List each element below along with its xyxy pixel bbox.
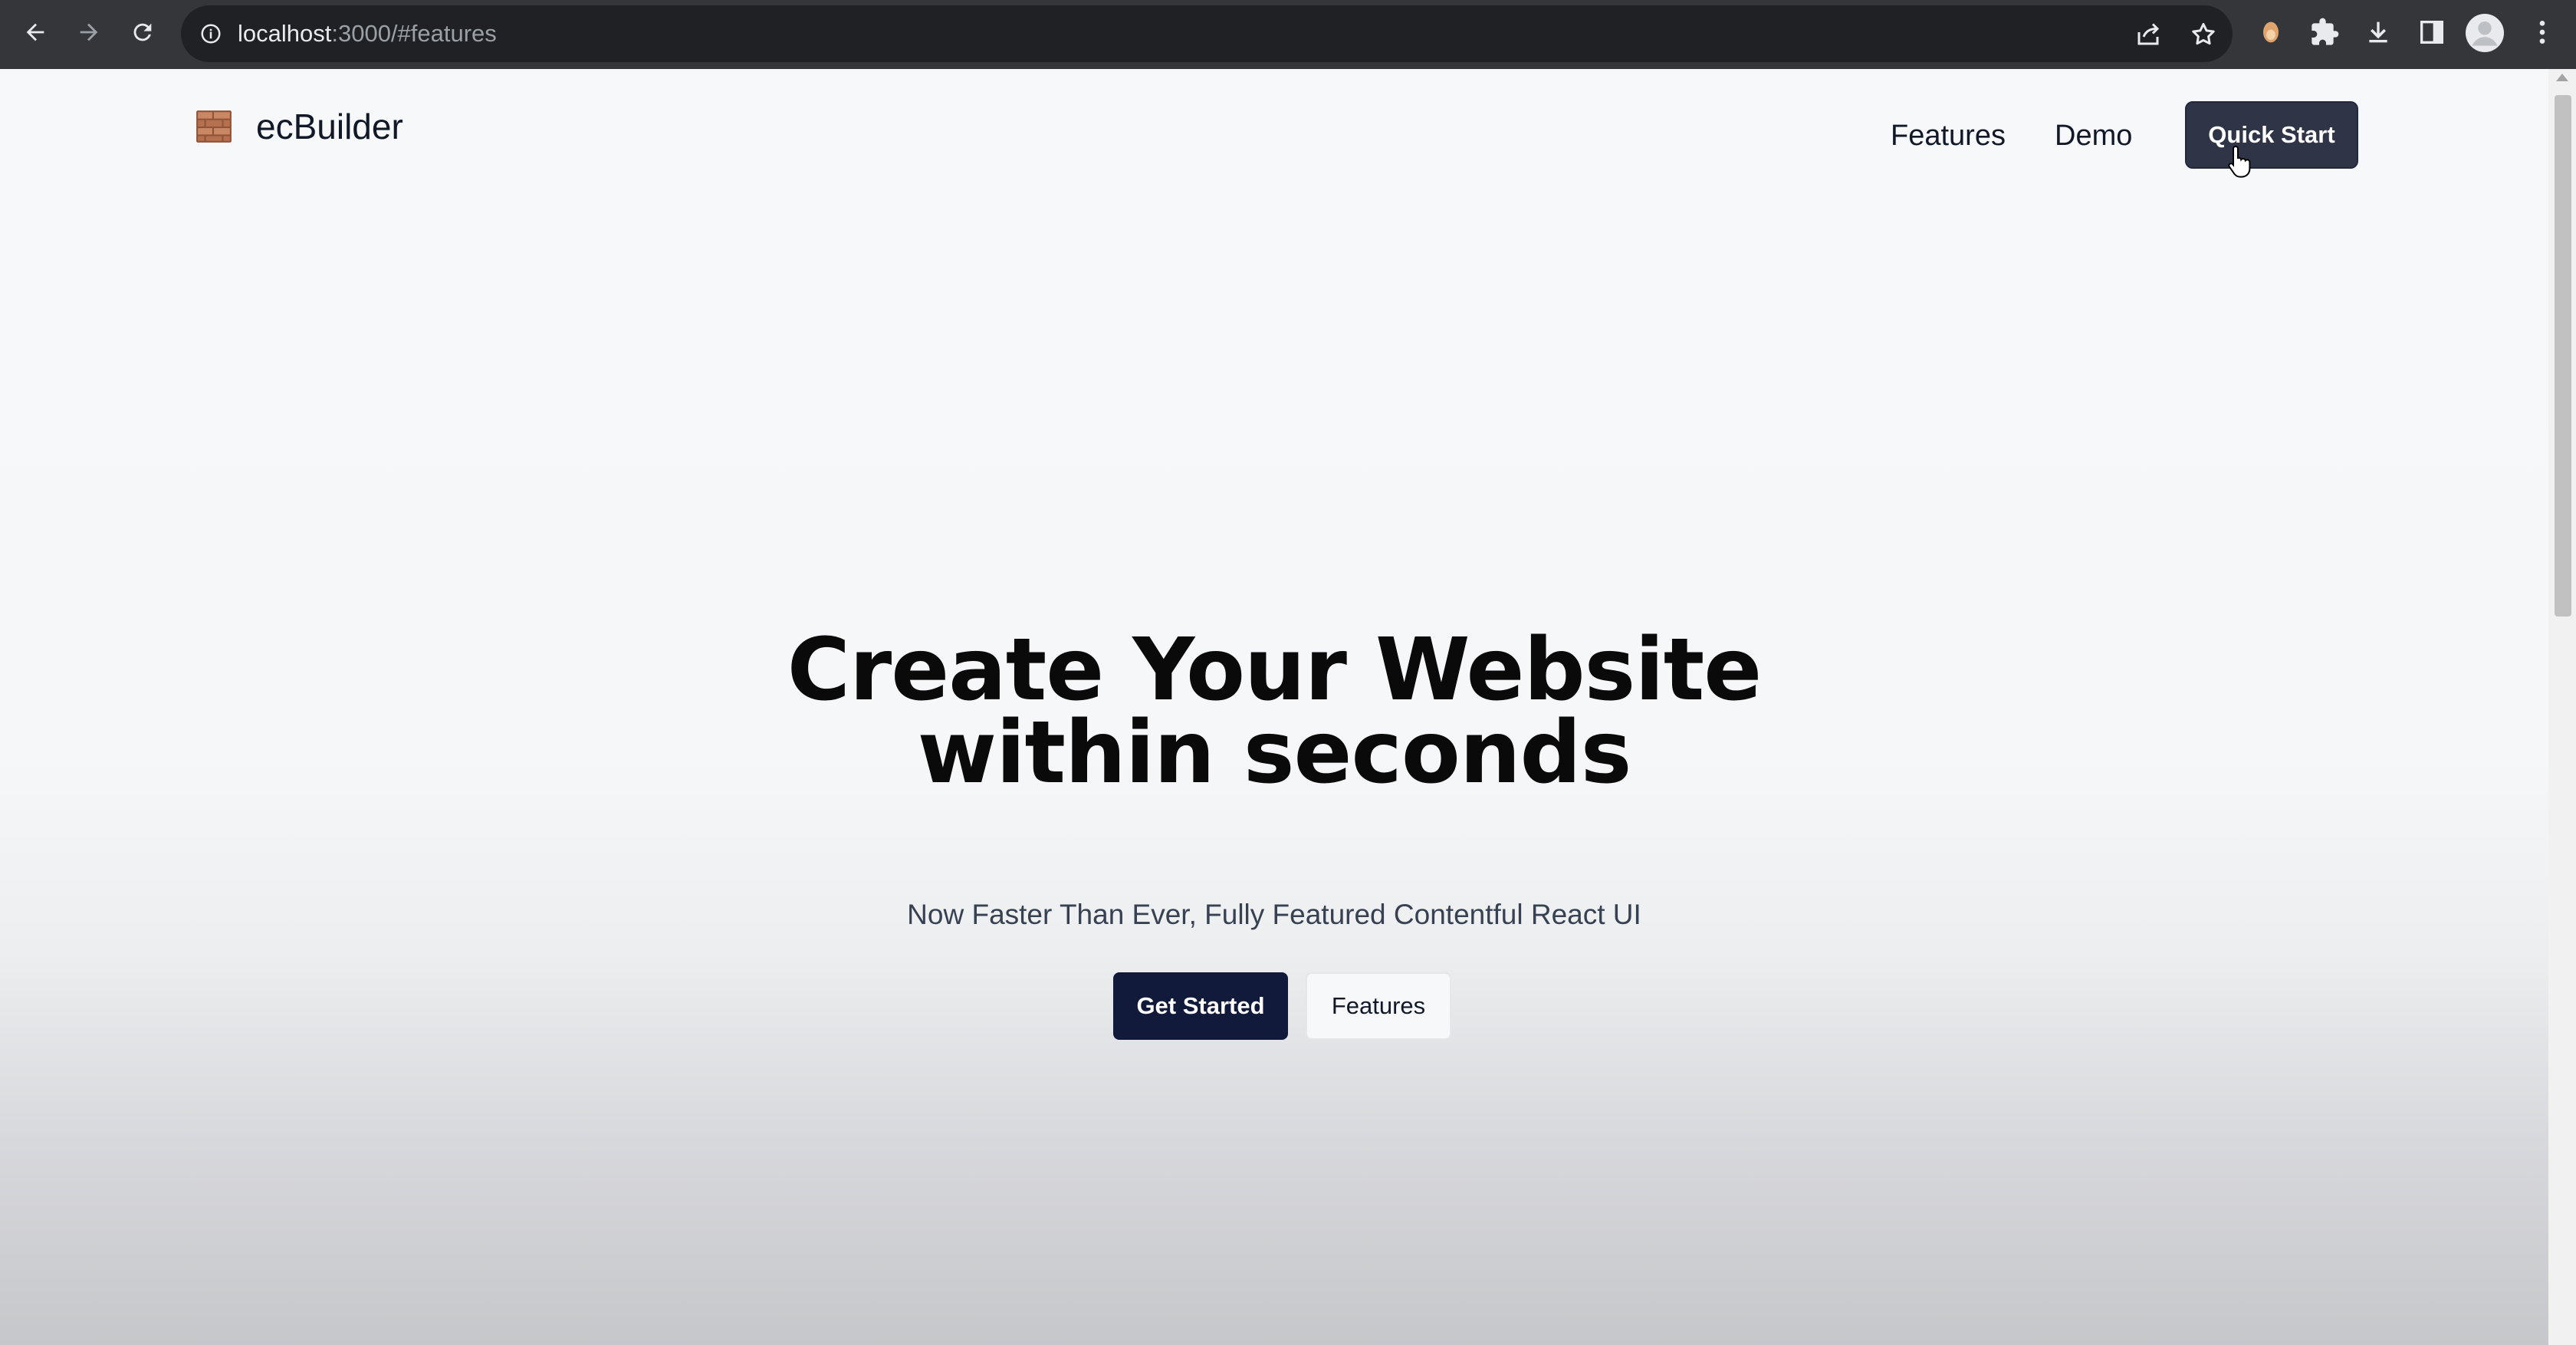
share-icon[interactable] [2134,21,2162,48]
quick-start-button[interactable]: Quick Start [2185,101,2358,169]
nav-link-features[interactable]: Features [1891,120,2006,153]
brand-logo-link[interactable]: ecBuilder [195,106,403,147]
get-started-button[interactable]: Get Started [1113,972,1288,1040]
features-button[interactable]: Features [1306,972,1451,1040]
back-icon [26,23,44,41]
side-panel-icon[interactable] [2417,17,2447,48]
scrollbar-thumb[interactable] [2555,95,2571,617]
bookmark-star-icon[interactable] [2190,21,2217,48]
hero-subtitle: Now Faster Than Ever, Fully Featured Con… [907,899,1641,930]
hero-title-line-2: within seconds [917,703,1632,803]
page-viewport: ecBuilder Features Demo Quick Start Crea… [0,69,2548,1345]
download-icon[interactable] [2363,17,2394,48]
back-button[interactable] [14,11,57,54]
page-scrollbar[interactable] [2548,69,2576,1345]
menu-kebab-icon[interactable] [2527,17,2558,48]
url-host: localhost [238,20,332,47]
forward-icon [80,23,98,41]
scroll-up-arrow-icon[interactable] [2556,74,2568,81]
hero-title-line-1: Create Your Website [787,620,1762,720]
reload-button[interactable] [121,11,164,54]
hero-title: Create Your Website within seconds [0,620,2548,803]
extension-icon[interactable] [2256,17,2286,48]
nav-link-demo[interactable]: Demo [2055,120,2132,153]
browser-toolbar: localhost:3000/#features [0,0,2576,69]
brand-name: ecBuilder [256,107,403,146]
hand-cursor-icon [2228,145,2251,178]
address-bar[interactable]: localhost:3000/#features [181,5,2233,62]
puzzle-icon[interactable] [2309,17,2340,48]
brick-wall-icon [196,110,232,143]
profile-avatar[interactable] [2466,14,2504,52]
url-text[interactable]: localhost:3000/#features [238,5,497,62]
info-icon[interactable] [199,22,222,45]
reload-icon [133,23,152,41]
forward-button[interactable] [67,11,110,54]
url-path: :3000/#features [331,20,497,47]
